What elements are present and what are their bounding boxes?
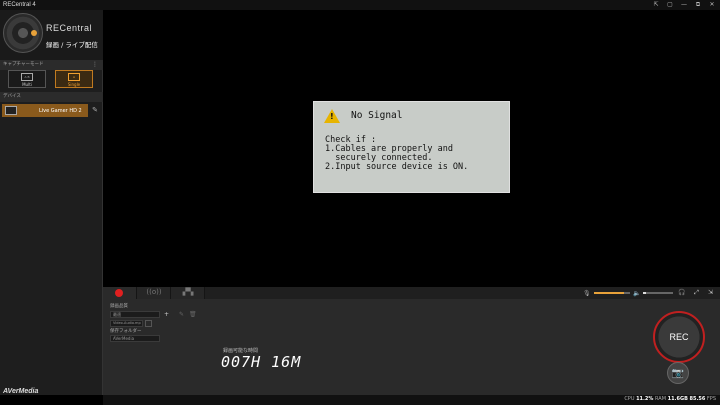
capture-mode-menu-icon[interactable]: ⋮ — [92, 60, 98, 70]
record-settings-label: 録画品質 — [110, 304, 128, 309]
mode-single-button[interactable]: A Single — [55, 70, 93, 88]
remaining-time-value: 007H 16M — [221, 353, 302, 371]
window-title: RECentral 4 — [3, 2, 36, 8]
mic-volume-fill — [593, 292, 625, 294]
tab-stream[interactable]: ((o)) — [137, 287, 171, 299]
no-signal-heading: No Signal — [351, 110, 403, 121]
system-stats: CPU 11.2% RAM 11.6GB 85.56 FPS — [624, 396, 716, 402]
pin-icon[interactable]: ⇱ — [652, 0, 660, 10]
camera-icon: 📷 — [671, 367, 685, 379]
device-item[interactable]: Live Gamer HD 2 ✎ — [2, 104, 98, 117]
format-toggle-icon[interactable] — [145, 320, 152, 327]
cpu-label: CPU — [624, 396, 635, 402]
logo-text: RECentral — [46, 23, 93, 33]
single-mode-icon: A — [68, 73, 80, 81]
quality-select[interactable]: 最適 — [110, 311, 160, 318]
headphone-icon[interactable]: 🎧 — [678, 289, 685, 296]
tab-record[interactable] — [103, 287, 137, 299]
capture-mode-label: キャプチャーモード — [3, 62, 44, 67]
maximize-icon[interactable]: ▢ — [666, 0, 674, 10]
add-preset-icon[interactable]: + — [163, 311, 170, 318]
logo-area: RECentral 録画 / ライブ配信 — [0, 10, 103, 60]
device-name: Live Gamer HD 2 — [39, 107, 82, 114]
device-header-label: デバイス — [3, 94, 21, 99]
edit-device-icon[interactable]: ✎ — [92, 106, 98, 114]
delete-preset-icon[interactable]: 🗑 — [189, 311, 197, 318]
save-folder-label: 保存フォルダー — [110, 329, 142, 334]
title-bar: RECentral 4 ⇱ ▢ — ⧉ ✕ — [0, 0, 720, 10]
speaker-icon[interactable]: 🔈 — [633, 290, 640, 297]
video-preview: ! No Signal Check if : 1.Cables are prop… — [103, 10, 720, 287]
edit-preset-icon[interactable]: ✎ — [178, 311, 185, 318]
mic-volume[interactable]: 🎙 — [583, 289, 630, 297]
panel-detach-icon[interactable]: ⇲ — [707, 289, 714, 296]
panel-expand-icon[interactable]: ⤢ — [693, 289, 700, 296]
format-field: Video-Audio.mp — [110, 320, 143, 327]
warning-mark: ! — [330, 112, 334, 121]
device-thumbnail-icon — [5, 106, 17, 115]
logo-dot — [31, 30, 37, 36]
rec-button[interactable]: REC — [653, 311, 705, 363]
save-folder-field[interactable]: AVerMedia — [110, 335, 160, 342]
panel-tabs: ((o)) ▞▚ 🎙 🔈 🎧 ⤢ ⇲ — [103, 287, 720, 299]
speaker-volume-fill — [643, 292, 647, 294]
mic-icon[interactable]: 🎙 — [583, 290, 591, 297]
tab-multi[interactable]: ▞▚ — [171, 287, 205, 299]
record-dot-icon — [115, 289, 123, 297]
cpu-value: 11.2% — [636, 396, 654, 402]
multi-tab-icon: ▞▚ — [182, 288, 194, 296]
sidebar: RECentral 録画 / ライブ配信 キャプチャーモード ⋮ A B Mul… — [0, 10, 103, 395]
mode-multi-button[interactable]: A B Multi — [8, 70, 46, 88]
fps-label: FPS — [706, 396, 716, 402]
window-controls: ⇱ ▢ — ⧉ ✕ — [652, 0, 716, 10]
restore-icon[interactable]: ⧉ — [694, 0, 702, 10]
stream-icon: ((o)) — [146, 288, 162, 296]
ram-label: RAM — [655, 396, 667, 402]
mode-multi-label: Multi — [22, 82, 32, 87]
fps-value: 85.56 — [689, 396, 706, 402]
control-panel: ((o)) ▞▚ 🎙 🔈 🎧 ⤢ ⇲ 録画品質 最適 + ✎ 🗑 Video-A… — [103, 287, 720, 395]
ram-value: 11.6GB — [667, 396, 688, 402]
capture-mode-header: キャプチャーモード ⋮ — [0, 60, 103, 70]
status-bar: CPU 11.2% RAM 11.6GB 85.56 FPS — [103, 395, 720, 405]
brand-logo: AVerMedia — [3, 388, 39, 395]
mic-volume-slider[interactable] — [593, 292, 630, 294]
minimize-icon[interactable]: — — [680, 0, 688, 10]
device-header: デバイス — [0, 92, 103, 102]
app-logo-icon[interactable] — [3, 13, 43, 53]
rec-button-label: REC — [669, 332, 689, 342]
speaker-volume[interactable]: 🔈 — [633, 289, 674, 297]
snapshot-button[interactable]: 📷 — [667, 362, 689, 384]
speaker-volume-slider[interactable] — [643, 292, 674, 294]
mode-subtitle: 録画 / ライブ配信 — [46, 41, 98, 49]
no-signal-message: Check if : 1.Cables are properly and sec… — [325, 135, 469, 172]
no-signal-panel: ! No Signal Check if : 1.Cables are prop… — [313, 101, 510, 193]
close-icon[interactable]: ✕ — [708, 0, 716, 10]
mode-single-label: Single — [67, 82, 81, 87]
multi-mode-icon: A B — [21, 73, 33, 81]
